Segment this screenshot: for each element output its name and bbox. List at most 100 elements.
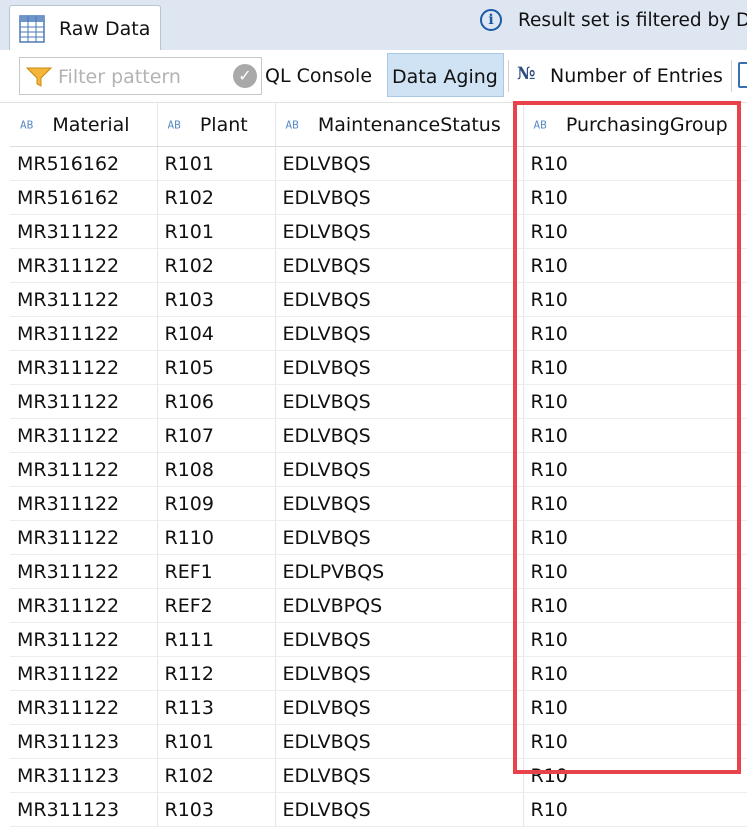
cell-material[interactable]: MR311122 [10, 248, 158, 283]
table-row[interactable]: MR311122 R111 EDLVBQS R10 [10, 622, 747, 657]
cell-maintenance-status[interactable]: EDLVBQS [275, 622, 524, 657]
cell-material[interactable]: MR311122 [10, 486, 158, 521]
number-of-entries-button[interactable]: № Number of Entries [512, 53, 732, 97]
cell-material[interactable]: MR311122 [10, 418, 158, 453]
cell-plant[interactable]: R112 [157, 656, 276, 691]
table-row[interactable]: MR311123 R102 EDLVBQS R10 [10, 758, 747, 793]
cell-material[interactable]: MR311122 [10, 282, 158, 317]
cell-plant[interactable]: R109 [157, 486, 276, 521]
table-row[interactable]: MR311122 R104 EDLVBQS R10 [10, 316, 747, 351]
cell-plant[interactable]: REF2 [157, 588, 276, 623]
column-header-plant[interactable]: AB Plant [157, 103, 276, 147]
table-row[interactable]: MR311122 R107 EDLVBQS R10 [10, 418, 747, 453]
cell-purchasing-group[interactable]: R10 [523, 724, 747, 759]
cell-plant[interactable]: R105 [157, 350, 276, 385]
cell-material[interactable]: MR311122 [10, 316, 158, 351]
table-row[interactable]: MR311123 R103 EDLVBQS R10 [10, 792, 747, 827]
cell-plant[interactable]: R110 [157, 520, 276, 555]
cell-material[interactable]: MR311122 [10, 588, 158, 623]
cell-material[interactable]: MR516162 [10, 146, 158, 181]
cell-maintenance-status[interactable]: EDLVBQS [275, 758, 524, 793]
cell-plant[interactable]: R101 [157, 214, 276, 249]
table-row[interactable]: MR311122 R108 EDLVBQS R10 [10, 452, 747, 487]
cell-purchasing-group[interactable]: R10 [523, 758, 747, 793]
cell-purchasing-group[interactable]: R10 [523, 146, 747, 181]
table-row[interactable]: MR311122 R106 EDLVBQS R10 [10, 384, 747, 419]
cell-purchasing-group[interactable]: R10 [523, 316, 747, 351]
table-row[interactable]: MR311122 REF1 EDLPVBQS R10 [10, 554, 747, 589]
cell-material[interactable]: MR311122 [10, 452, 158, 487]
table-row[interactable]: MR311122 REF2 EDLVBPQS R10 [10, 588, 747, 623]
cell-plant[interactable]: R101 [157, 146, 276, 181]
tab-raw-data[interactable]: Raw Data [9, 5, 161, 51]
table-row[interactable]: MR516162 R101 EDLVBQS R10 [10, 146, 747, 181]
cell-purchasing-group[interactable]: R10 [523, 384, 747, 419]
cell-purchasing-group[interactable]: R10 [523, 214, 747, 249]
cell-plant[interactable]: R101 [157, 724, 276, 759]
cell-material[interactable]: MR311122 [10, 384, 158, 419]
cell-plant[interactable]: R113 [157, 690, 276, 725]
column-header-maintenancestatus[interactable]: AB MaintenanceStatus [275, 103, 524, 147]
cell-purchasing-group[interactable]: R10 [523, 486, 747, 521]
cell-material[interactable]: MR311122 [10, 656, 158, 691]
cell-material[interactable]: MR311123 [10, 724, 158, 759]
cell-material[interactable]: MR311122 [10, 520, 158, 555]
table-row[interactable]: MR311122 R101 EDLVBQS R10 [10, 214, 747, 249]
cell-plant[interactable]: R106 [157, 384, 276, 419]
cell-plant[interactable]: REF1 [157, 554, 276, 589]
sql-console-button[interactable]: QL Console [262, 53, 378, 97]
cell-maintenance-status[interactable]: EDLVBQS [275, 350, 524, 385]
table-row[interactable]: MR311122 R109 EDLVBQS R10 [10, 486, 747, 521]
cell-purchasing-group[interactable]: R10 [523, 656, 747, 691]
table-row[interactable]: MR311122 R110 EDLVBQS R10 [10, 520, 747, 555]
cell-purchasing-group[interactable]: R10 [523, 180, 747, 215]
cell-material[interactable]: MR311122 [10, 350, 158, 385]
cell-maintenance-status[interactable]: EDLVBQS [275, 214, 524, 249]
table-row[interactable]: MR516162 R102 EDLVBQS R10 [10, 180, 747, 215]
cell-purchasing-group[interactable]: R10 [523, 248, 747, 283]
cell-material[interactable]: MR311123 [10, 758, 158, 793]
cell-material[interactable]: MR311122 [10, 690, 158, 725]
table-row[interactable]: MR311122 R113 EDLVBQS R10 [10, 690, 747, 725]
cell-plant[interactable]: R102 [157, 180, 276, 215]
cell-material[interactable]: MR311123 [10, 792, 158, 827]
cell-purchasing-group[interactable]: R10 [523, 452, 747, 487]
column-header-material[interactable]: AB Material [10, 103, 158, 147]
cell-maintenance-status[interactable]: EDLVBQS [275, 146, 524, 181]
cell-purchasing-group[interactable]: R10 [523, 690, 747, 725]
cell-maintenance-status[interactable]: EDLVBPQS [275, 588, 524, 623]
column-header-purchasinggroup[interactable]: AB PurchasingGroup [523, 103, 747, 147]
table-row[interactable]: MR311123 R101 EDLVBQS R10 [10, 724, 747, 759]
cell-material[interactable]: MR516162 [10, 180, 158, 215]
cell-maintenance-status[interactable]: EDLVBQS [275, 248, 524, 283]
cell-purchasing-group[interactable]: R10 [523, 792, 747, 827]
table-row[interactable]: MR311122 R112 EDLVBQS R10 [10, 656, 747, 691]
table-row[interactable]: MR311122 R102 EDLVBQS R10 [10, 248, 747, 283]
cell-maintenance-status[interactable]: EDLVBQS [275, 690, 524, 725]
cell-plant[interactable]: R111 [157, 622, 276, 657]
clear-filter-icon[interactable]: ✓ [233, 64, 257, 88]
cell-maintenance-status[interactable]: EDLVBQS [275, 486, 524, 521]
cell-maintenance-status[interactable]: EDLVBQS [275, 384, 524, 419]
cell-purchasing-group[interactable]: R10 [523, 418, 747, 453]
cell-maintenance-status[interactable]: EDLVBQS [275, 656, 524, 691]
cell-material[interactable]: MR311122 [10, 554, 158, 589]
cell-plant[interactable]: R102 [157, 758, 276, 793]
export-icon[interactable] [738, 62, 747, 88]
cell-plant[interactable]: R102 [157, 248, 276, 283]
cell-purchasing-group[interactable]: R10 [523, 350, 747, 385]
cell-material[interactable]: MR311122 [10, 622, 158, 657]
cell-purchasing-group[interactable]: R10 [523, 622, 747, 657]
cell-maintenance-status[interactable]: EDLPVBQS [275, 554, 524, 589]
cell-purchasing-group[interactable]: R10 [523, 588, 747, 623]
cell-material[interactable]: MR311122 [10, 214, 158, 249]
cell-plant[interactable]: R108 [157, 452, 276, 487]
cell-maintenance-status[interactable]: EDLVBQS [275, 520, 524, 555]
cell-maintenance-status[interactable]: EDLVBQS [275, 180, 524, 215]
cell-maintenance-status[interactable]: EDLVBQS [275, 724, 524, 759]
cell-purchasing-group[interactable]: R10 [523, 554, 747, 589]
data-aging-button[interactable]: Data Aging [387, 53, 504, 97]
cell-maintenance-status[interactable]: EDLVBQS [275, 316, 524, 351]
cell-maintenance-status[interactable]: EDLVBQS [275, 792, 524, 827]
cell-maintenance-status[interactable]: EDLVBQS [275, 282, 524, 317]
